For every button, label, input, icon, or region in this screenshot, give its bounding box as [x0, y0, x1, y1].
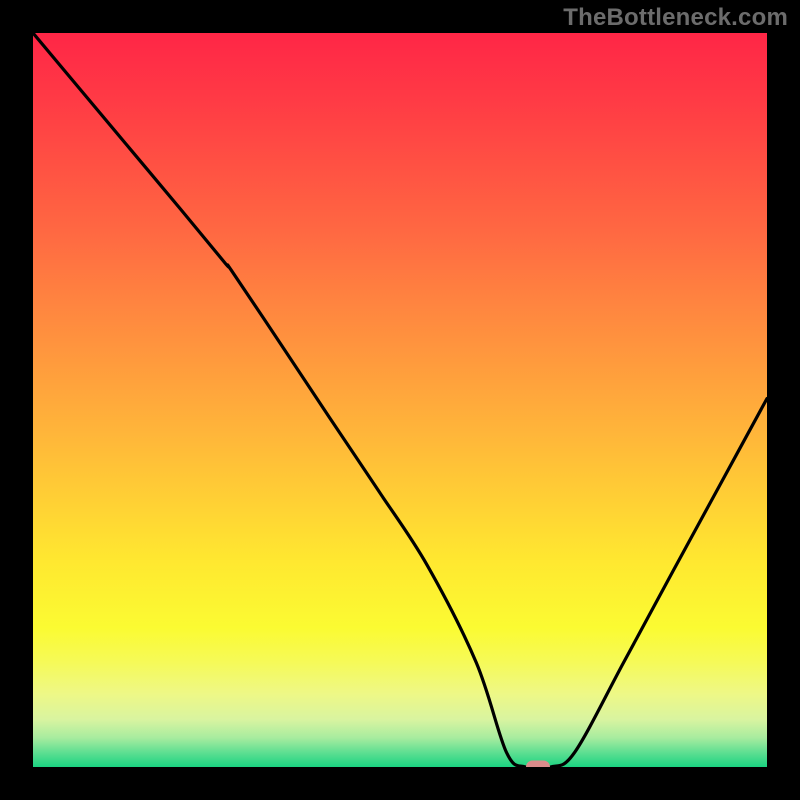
optimal-point-marker [526, 761, 550, 768]
gradient-background [33, 33, 767, 767]
chart-svg [33, 33, 767, 767]
plot-area [33, 33, 767, 767]
chart-container: TheBottleneck.com [0, 0, 800, 800]
watermark-label: TheBottleneck.com [563, 4, 788, 32]
